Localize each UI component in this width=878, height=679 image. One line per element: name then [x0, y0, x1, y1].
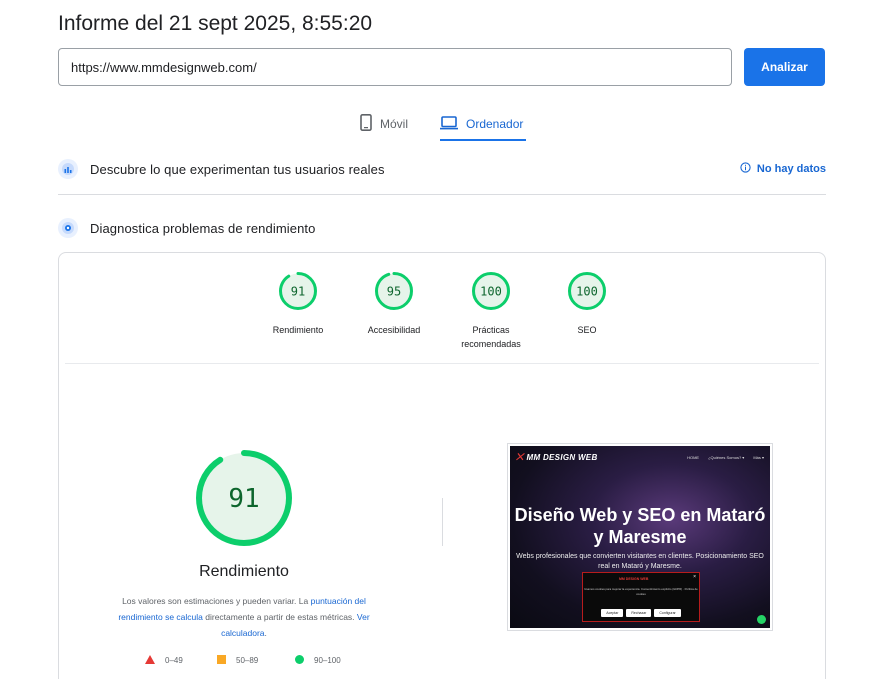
report-title: Informe del 21 sept 2025, 8:55:20 — [58, 12, 373, 35]
preview-nav-item: HOME — [687, 454, 700, 460]
analyze-button[interactable]: Analizar — [744, 48, 825, 86]
diagnostics-icon — [58, 218, 78, 238]
gauge-label: Prácticas recomendadas — [461, 325, 521, 349]
legend-pass-range: 90–100 — [314, 656, 341, 665]
gauge-seo[interactable]: 100 SEO — [542, 271, 632, 337]
tab-mobile[interactable]: Móvil — [360, 108, 408, 140]
score-ring: 95 — [375, 272, 413, 310]
gauge-accessibility[interactable]: 95 Accesibilidad — [349, 271, 439, 337]
url-input[interactable] — [58, 48, 732, 86]
gauge-score: 100 — [576, 285, 598, 299]
gauge-score: 91 — [291, 285, 305, 299]
desc-text: Los valores son estimaciones y pueden va… — [122, 596, 311, 606]
field-data-label: Descubre lo que experimentan tus usuario… — [90, 161, 385, 177]
legend-average: 50–89 — [217, 655, 258, 666]
desc-text: . — [264, 628, 267, 638]
preview-nav-item: Más ▾ — [753, 454, 764, 460]
score-ring: 100 — [472, 272, 510, 310]
orange-square-icon — [217, 655, 226, 666]
legend-fail-range: 0–49 — [165, 656, 183, 665]
gauge-label: Accesibilidad — [367, 325, 421, 335]
tab-selected-indicator — [440, 139, 527, 141]
preview-logo-text: MM DESIGN WEB — [526, 452, 598, 462]
laptop-icon — [440, 115, 458, 133]
tab-desktop[interactable]: Ordenador — [440, 108, 527, 141]
tab-mobile-label: Móvil — [380, 117, 409, 131]
preview-cookie-banner: MM DESIGN WEB × Usamos cookies para mejo… — [582, 572, 700, 622]
desc-text: directamente a partir de estas métricas. — [202, 612, 357, 622]
legend-average-range: 50–89 — [236, 656, 259, 665]
gauges-divider — [65, 363, 819, 364]
mm-logo-icon: ⨉ — [516, 451, 524, 462]
gauge-performance[interactable]: 91 Rendimiento — [253, 271, 343, 337]
cookie-buttons: Aceptar Rechazar Configurar — [583, 609, 699, 617]
device-tabs: Móvil Ordenador — [0, 108, 878, 141]
preview-nav-item: ¿Quiénes Somos? ▾ — [708, 454, 745, 460]
info-icon — [740, 162, 751, 176]
cookie-accept: Aceptar — [601, 609, 624, 617]
gauge-score: 100 — [480, 285, 502, 299]
field-data-section: Descubre lo que experimentan tus usuario… — [58, 154, 826, 184]
cookie-logo: MM DESIGN WEB — [619, 577, 649, 581]
screenshot-image: ⨉ MM DESIGN WEB HOME ¿Quiénes Somos? ▾ M… — [510, 446, 770, 628]
gauge-label: Rendimiento — [272, 325, 324, 335]
tab-desktop-label: Ordenador — [466, 117, 524, 131]
preview-nav-items: HOME ¿Quiénes Somos? ▾ Más ▾ — [687, 455, 764, 460]
smartphone-icon — [360, 114, 372, 134]
score-ring: 100 — [568, 272, 606, 310]
legend-fail: 0–49 — [145, 655, 183, 666]
gauge-best-practices[interactable]: 100 Prácticas recomendadas — [446, 271, 536, 351]
lab-data-section: Diagnostica problemas de rendimiento — [58, 213, 826, 243]
score-ring: 91 — [279, 272, 317, 310]
gauge-label: SEO — [577, 325, 597, 335]
preview-navbar: ⨉ MM DESIGN WEB HOME ¿Quiénes Somos? ▾ M… — [510, 446, 770, 468]
vertical-divider — [442, 498, 443, 546]
page-screenshot: ⨉ MM DESIGN WEB HOME ¿Quiénes Somos? ▾ M… — [507, 443, 773, 631]
performance-title: Rendimiento — [199, 563, 289, 580]
category-gauges: 91 Rendimiento 95 Accesibilidad 100 Prác… — [59, 253, 825, 363]
section-divider — [58, 194, 826, 195]
whatsapp-icon — [757, 615, 766, 624]
gauge-score: 95 — [387, 285, 401, 299]
performance-score-ring: 91 — [196, 450, 292, 546]
legend-pass: 90–100 — [295, 655, 341, 666]
no-data-label: No hay datos — [756, 163, 826, 175]
score-legend: 0–49 50–89 90–100 — [145, 655, 365, 669]
lab-data-label: Diagnostica problemas de rendimiento — [90, 220, 316, 236]
close-icon: × — [693, 574, 696, 580]
no-data-link[interactable]: No hay datos — [740, 162, 826, 176]
cookie-reject: Rechazar — [626, 609, 652, 617]
preview-headline: Diseño Web y SEO en Mataró y Maresme — [514, 505, 766, 547]
performance-big-gauge: 91 — [189, 443, 299, 558]
lighthouse-report-card: 91 Rendimiento 95 Accesibilidad 100 Prác… — [58, 252, 826, 679]
preview-subline: Webs profesionales que convierten visita… — [516, 553, 764, 570]
red-triangle-icon — [145, 655, 155, 666]
performance-score: 91 — [228, 484, 259, 514]
cookie-configure: Configurar — [654, 609, 681, 617]
users-chart-icon — [58, 159, 78, 179]
cookie-text: Usamos cookies para mejorar la experienc… — [584, 587, 698, 596]
preview-logo: ⨉ MM DESIGN WEB — [516, 452, 598, 463]
green-circle-icon — [295, 655, 304, 666]
performance-description: Los valores son estimaciones y pueden va… — [99, 593, 389, 641]
